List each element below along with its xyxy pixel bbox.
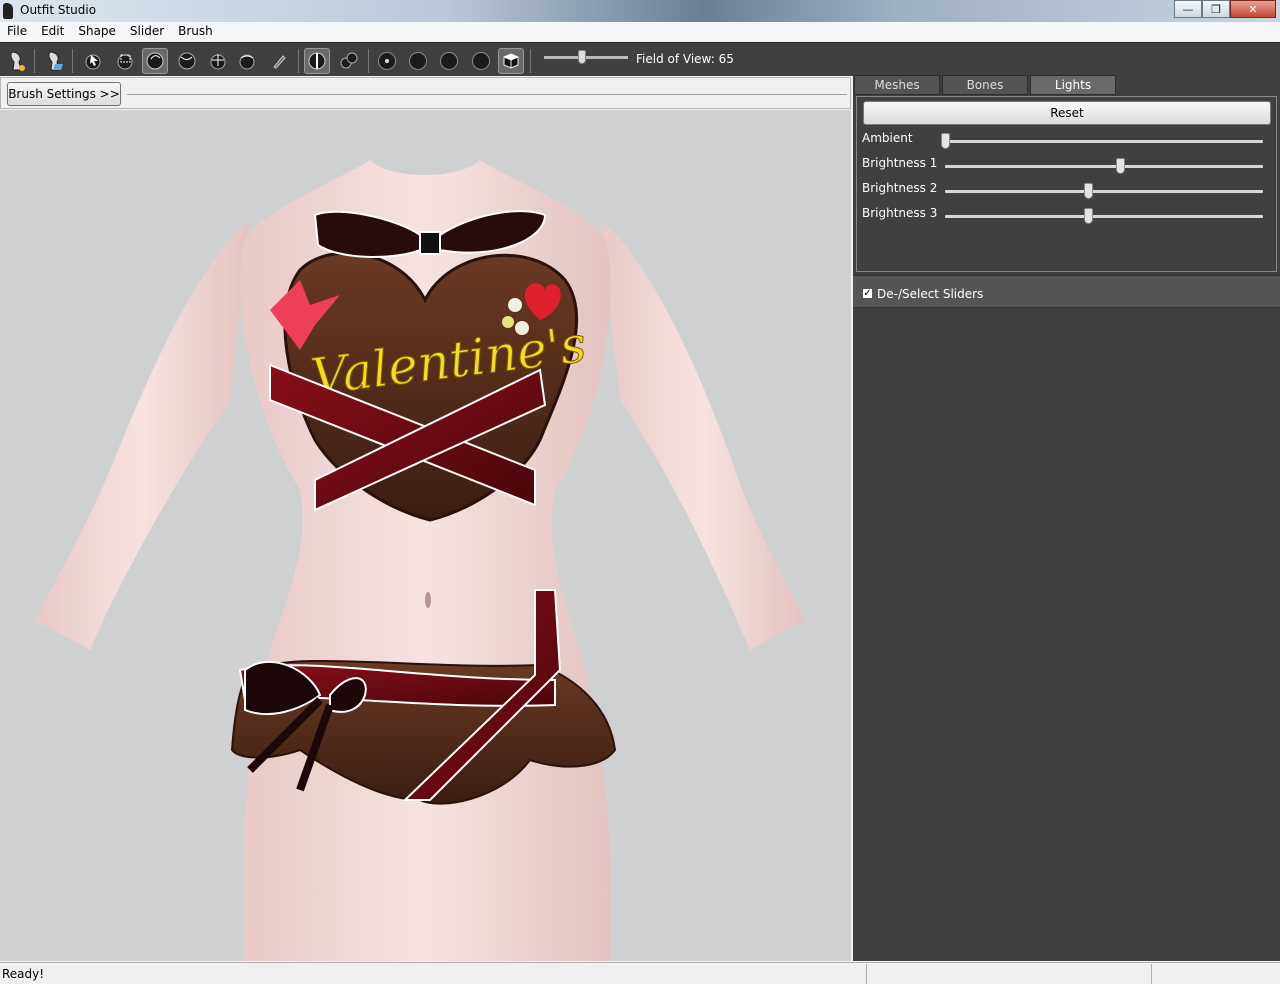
menu-file[interactable]: File [0, 22, 34, 41]
deflate-brush-icon[interactable] [174, 48, 200, 74]
light-slider-track[interactable] [945, 165, 1263, 168]
fov-slider-thumb[interactable] [578, 50, 586, 64]
title-bar: Outfit Studio — ❐ ✕ [0, 0, 1280, 22]
light-slider-track[interactable] [945, 215, 1263, 218]
inflate-brush-icon[interactable] [142, 48, 168, 74]
brush-settings-bar: Brush Settings >> [0, 77, 851, 109]
fov-slider-track[interactable] [544, 56, 628, 59]
app-icon [3, 3, 13, 19]
shade-icon[interactable] [374, 48, 400, 74]
menu-bar: File Edit Shape Slider Brush [0, 22, 1280, 41]
light-label: Brightness 2 [862, 181, 938, 195]
select-sliders-label: De-/Select Sliders [877, 287, 984, 301]
select-brush-icon[interactable] [80, 48, 106, 74]
light-row-brightness-1: Brightness 1 [857, 156, 1278, 176]
light-label: Ambient [862, 131, 913, 145]
weight-brush-icon[interactable] [266, 48, 292, 74]
close-button[interactable]: ✕ [1230, 0, 1276, 18]
light-row-brightness-3: Brightness 3 [857, 206, 1278, 226]
mask-brush-icon[interactable] [112, 48, 138, 74]
menu-edit[interactable]: Edit [34, 22, 71, 41]
minimize-button[interactable]: — [1174, 0, 1202, 18]
light-slider-thumb[interactable] [1115, 158, 1125, 174]
new-project-icon[interactable] [4, 48, 30, 74]
light-slider-thumb[interactable] [1084, 208, 1094, 224]
select-sliders-checkbox[interactable]: ✓ [862, 288, 873, 299]
load-outfit-icon[interactable] [42, 48, 68, 74]
menu-shape[interactable]: Shape [71, 22, 123, 41]
light-slider-thumb[interactable] [1084, 183, 1094, 199]
tab-meshes[interactable]: Meshes [854, 75, 940, 95]
tab-lights[interactable]: Lights [1030, 75, 1116, 95]
divider [127, 94, 847, 95]
menu-brush[interactable]: Brush [171, 22, 220, 41]
light-slider-track[interactable] [945, 140, 1263, 143]
maximize-button[interactable]: ❐ [1202, 0, 1230, 18]
light-slider-thumb[interactable] [941, 133, 950, 149]
brush-settings-button[interactable]: Brush Settings >> [7, 82, 121, 106]
window-controls: — ❐ ✕ [1174, 0, 1276, 18]
status-text: Ready! [2, 967, 45, 981]
menu-slider[interactable]: Slider [123, 22, 171, 41]
lights-panel: Reset Ambient Brightness 1 Brightness 2 … [856, 96, 1277, 272]
right-panel: Meshes Bones Lights Reset Ambient Bright… [853, 75, 1280, 961]
light-row-ambient: Ambient [857, 131, 1278, 151]
connected-only-icon[interactable] [336, 48, 362, 74]
status-bar: Ready! [0, 962, 1280, 984]
move-brush-icon[interactable] [205, 48, 231, 74]
model-render: Valentine's [35, 160, 805, 961]
3d-viewport[interactable]: Valentine's [0, 110, 851, 961]
light-slider-track[interactable] [945, 190, 1263, 193]
wireframe-icon[interactable] [405, 48, 431, 74]
fov-label: Field of View: 65 [636, 52, 734, 66]
sliders-header: ✓ De-/Select Sliders [853, 275, 1280, 308]
tab-bones[interactable]: Bones [942, 75, 1028, 95]
window-title: Outfit Studio [20, 3, 97, 17]
texture-icon[interactable] [436, 48, 462, 74]
mirror-x-icon[interactable] [304, 48, 330, 74]
light-label: Brightness 1 [862, 156, 938, 170]
reset-button[interactable]: Reset [863, 101, 1271, 125]
light-label: Brightness 3 [862, 206, 938, 220]
smooth-brush-icon[interactable] [234, 48, 260, 74]
cube-icon[interactable] [498, 48, 524, 74]
lighting-icon[interactable] [468, 48, 494, 74]
light-row-brightness-2: Brightness 2 [857, 181, 1278, 201]
